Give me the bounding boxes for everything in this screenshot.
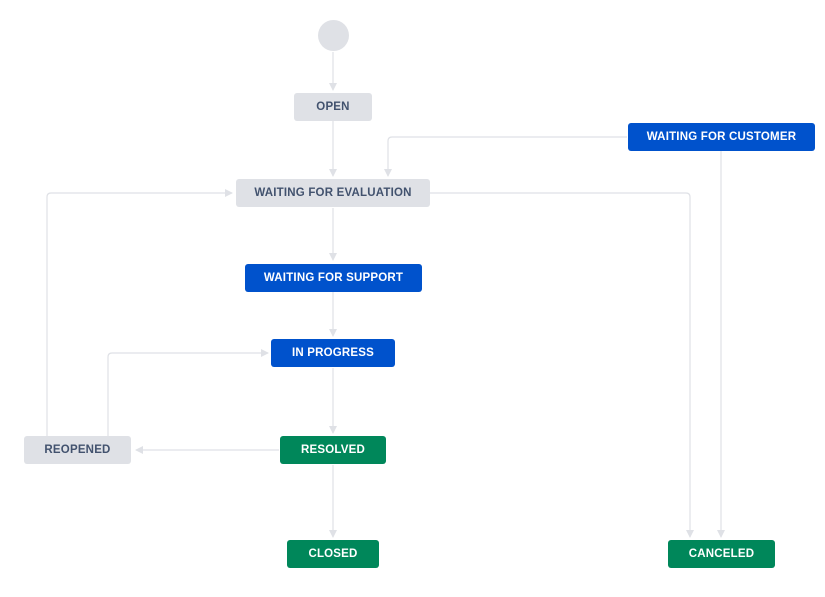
status-closed[interactable]: CLOSED	[287, 540, 379, 568]
transition-waiting-for-customer-to-waiting-for-evaluation[interactable]	[384, 136, 627, 177]
transition-reopened-to-waiting-for-evaluation[interactable]	[46, 189, 233, 436]
status-waiting-for-customer[interactable]: WAITING FOR CUSTOMER	[628, 123, 815, 151]
status-in-progress[interactable]: IN PROGRESS	[271, 339, 395, 367]
status-waiting-for-support[interactable]: WAITING FOR SUPPORT	[245, 264, 422, 292]
transition-reopened-to-in-progress[interactable]	[107, 349, 269, 436]
status-resolved[interactable]: RESOLVED	[280, 436, 386, 464]
transition-edges	[46, 52, 725, 538]
status-reopened[interactable]: REOPENED	[24, 436, 131, 464]
workflow-diagram: OPEN WAITING FOR CUSTOMER WAITING FOR EV…	[0, 0, 825, 597]
start-node[interactable]	[318, 20, 349, 51]
status-canceled[interactable]: CANCELED	[668, 540, 775, 568]
status-open[interactable]: OPEN	[294, 93, 372, 121]
transition-waiting-for-evaluation-to-canceled[interactable]	[430, 192, 694, 538]
status-waiting-for-evaluation[interactable]: WAITING FOR EVALUATION	[236, 179, 430, 207]
